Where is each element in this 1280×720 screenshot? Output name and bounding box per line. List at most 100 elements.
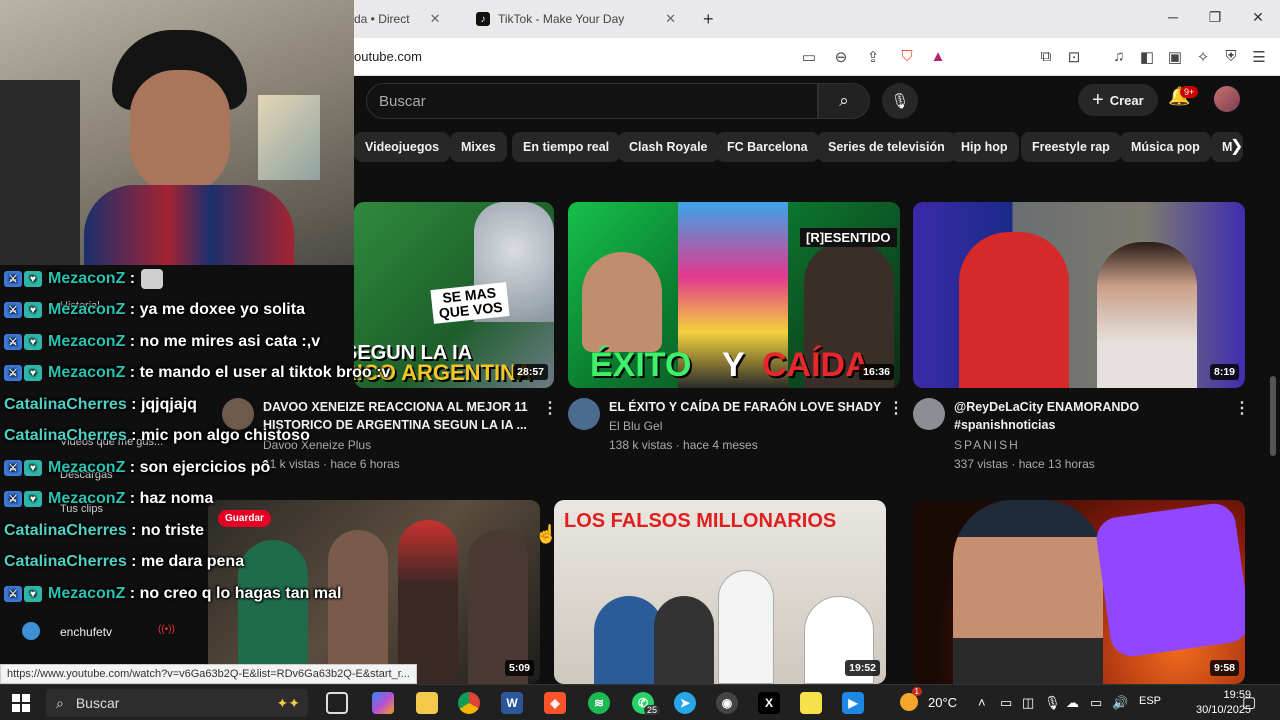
brave-rewards-icon[interactable]: ▲ [929,48,947,65]
windows-start-icon[interactable] [12,694,30,712]
file-explorer-icon[interactable] [416,692,438,714]
live-indicator-icon: ((•)) [158,624,175,635]
chip[interactable]: Videojuegos [354,132,451,162]
menu-icon[interactable]: ☰ [1250,48,1268,66]
chat-user: CatalinaCherres [4,396,127,413]
twitch-logo-icon [1093,500,1245,660]
person-figure [582,252,662,352]
minimize-button[interactable]: ─ [1163,9,1183,25]
chat-message: ⚔ ♥ MezaconZ : no creo q lo hagas tan mal [4,580,341,608]
share-icon[interactable]: ⇪ [864,48,882,66]
chat-message: ⚔ ♥ MezaconZ : [4,265,164,293]
chrome-icon[interactable] [458,692,480,714]
x-icon[interactable]: X [758,692,780,714]
chat-text: : no triste [131,522,205,539]
badge-icon: ⚔ [4,460,22,476]
new-tab-button[interactable]: + [703,9,714,30]
pinterest-save-button[interactable]: Guardar [218,510,271,527]
video-title[interactable]: #spanishnoticias [954,416,1228,434]
chat-message: ⚔ ♥ MezaconZ : te mando el user al tiktok … [4,359,390,387]
sidebar-icon[interactable]: ◧ [1138,48,1156,66]
video-meta: 337 vistas · hace 13 horas [954,457,1095,471]
chevron-up-icon[interactable]: ˄ [978,695,986,710]
language-indicator[interactable]: ESP [1139,695,1161,707]
brave-icon[interactable]: ◈ [544,692,566,714]
desktop: da • Direct ✕ ♪ TikTok - Make Your Day ✕… [0,0,1280,720]
volume-icon[interactable]: 🔊 [1112,695,1128,711]
chip[interactable]: Freestyle rap [1021,132,1121,162]
chip[interactable]: Mixes [450,132,507,162]
channel-avatar[interactable] [568,398,600,430]
tab-label: da • Direct [354,12,410,26]
mic-icon: 🎙 [890,93,910,110]
close-tab-icon[interactable]: ✕ [665,11,676,27]
zoom-icon[interactable]: ⊖ [832,48,850,66]
chip[interactable]: Música pop [1120,132,1211,162]
video-thumbnail[interactable]: [R]ESENTIDO ÉXITO Y CAÍDA 16:36 [568,202,900,388]
plus-icon: + [1092,88,1104,111]
chat-message: ⚔ ♥ MezaconZ : ya me doxee yo solita [4,296,305,324]
close-window-button[interactable]: ✕ [1248,9,1268,26]
chip[interactable]: Series de televisión [817,132,956,162]
camera-icon[interactable]: ◫ [1022,695,1034,711]
extensions-icon[interactable]: ⧉ [1037,48,1055,65]
thumb-text: CAÍDA [762,346,870,384]
cloud-icon[interactable]: ☁ [1066,695,1079,711]
brave-shield-icon[interactable]: ⛉ [898,48,916,65]
account-avatar[interactable] [1214,86,1240,112]
video-thumbnail[interactable]: LOS FALSOS MILLONARIOS 19:52 [554,500,886,684]
create-button[interactable]: + Crear [1078,84,1158,116]
task-view-icon[interactable] [326,692,348,714]
video-thumbnail[interactable]: 9:58 [913,500,1245,684]
chip[interactable]: Clash Royale [618,132,719,162]
word-icon[interactable]: W [501,692,523,714]
tab-direct[interactable]: da • Direct ✕ [354,6,454,32]
chip[interactable]: En tiempo real [512,132,621,162]
scrollbar[interactable] [1270,376,1276,456]
tab-tiktok[interactable]: ♪ TikTok - Make Your Day ✕ [476,6,676,32]
more-options-icon[interactable]: ⋮ [888,398,904,418]
chat-text: : ya me doxee yo solita [129,301,305,318]
video-thumbnail[interactable]: 8:19 [913,202,1245,388]
chat-user: MezaconZ [48,490,126,507]
vpn-icon[interactable]: ⛨ [1222,48,1240,65]
leo-ai-icon[interactable]: ✧ [1194,48,1212,66]
url-field[interactable]: outube.com [354,49,422,64]
chip[interactable]: Hip hop [950,132,1019,162]
chevron-right-icon[interactable]: ❯ [1230,136,1243,156]
chat-text: : jqjqjajq [131,396,197,413]
channel-name[interactable]: El Blu Gel [609,419,662,433]
telegram-icon[interactable]: ➤ [674,692,696,714]
mic-icon[interactable]: 🎙 [1044,695,1061,711]
network-icon[interactable]: ▭ [1090,695,1102,711]
wallet-icon[interactable]: ▣ [1166,48,1184,66]
channel-avatar[interactable] [913,398,945,430]
obs-icon[interactable]: ◉ [716,692,738,714]
more-options-icon[interactable]: ⋮ [1234,398,1250,418]
screenshot-icon[interactable]: ⊡ [1065,48,1083,66]
badge-icon: ♥ [24,302,42,318]
sticky-notes-icon[interactable] [800,692,822,714]
video-title[interactable]: @ReyDeLaCity ENAMORANDO [954,398,1228,416]
channel-name[interactable]: SPANISH [954,438,1020,452]
search-input[interactable]: Buscar [366,83,818,119]
media-icon[interactable]: ♫ [1110,48,1128,65]
copilot-icon[interactable] [372,692,394,714]
duration-badge: 16:36 [859,364,894,380]
taskbar-search[interactable]: ⌕ Buscar ✦✦ [46,689,308,717]
voice-search-button[interactable]: 🎙 [882,83,918,119]
notification-center-icon[interactable]: ▢ [1242,693,1256,711]
battery-icon[interactable]: ▭ [1000,695,1012,711]
close-tab-icon[interactable]: ✕ [430,11,441,27]
spotify-icon[interactable]: ≋ [588,692,610,714]
weather-badge: 1 [911,687,922,696]
search-button[interactable]: ⌕ [818,83,870,119]
poster-shape [258,95,320,180]
app-icon[interactable]: ▶ [842,692,864,714]
sidebar-item-enchufetv[interactable]: enchufetv [60,625,112,639]
weather-widget[interactable]: 1 20°C [900,687,957,711]
video-title[interactable]: EL ÉXITO Y CAÍDA DE FARAÓN LOVE SHADY [609,398,883,416]
cast-icon[interactable]: ▭ [800,48,818,66]
maximize-button[interactable]: ❐ [1205,9,1225,26]
chip[interactable]: FC Barcelona [716,132,819,162]
